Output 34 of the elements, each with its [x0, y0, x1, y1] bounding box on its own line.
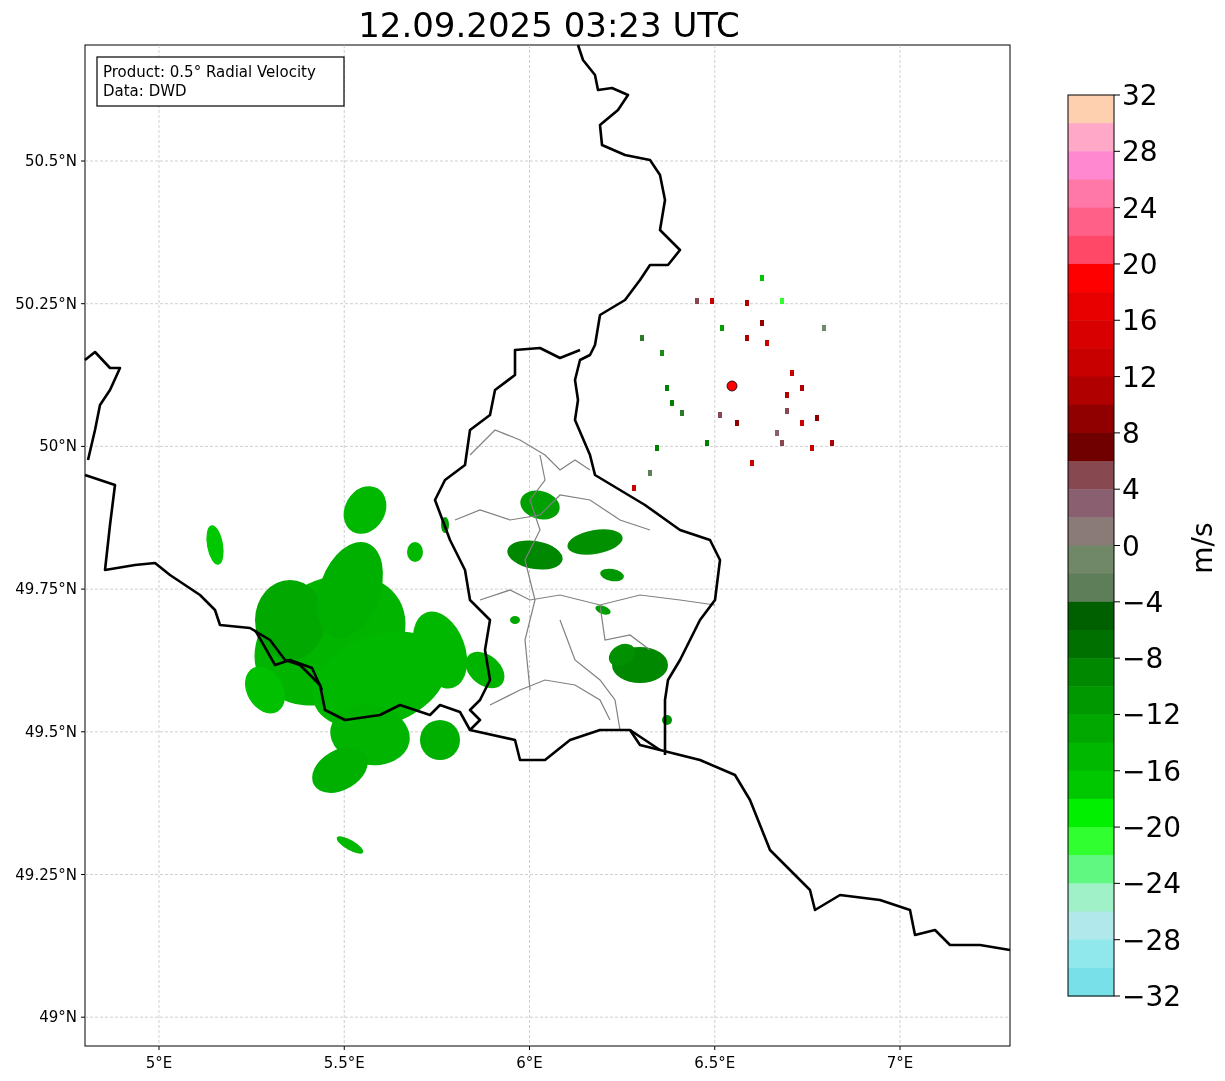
x-tick-label: 7°E [886, 1054, 914, 1072]
colorbar-tick-label: −8 [1122, 642, 1164, 676]
colorbar-tick-label: 16 [1122, 304, 1158, 338]
colorbar-tick-label: 4 [1122, 473, 1140, 507]
y-tick-label: 49.75°N [15, 580, 77, 599]
y-tick-label: 50°N [39, 437, 77, 456]
colorbar-tick-label: 28 [1122, 135, 1158, 169]
y-tick-label: 49.25°N [15, 865, 77, 884]
colorbar-tick-label: 0 [1122, 529, 1140, 563]
colorbar-tick-label: −24 [1122, 867, 1182, 901]
colorbar-tick-label: 8 [1122, 416, 1140, 450]
colorbar-tick-label: −4 [1122, 585, 1164, 619]
x-tick-label: 5°E [145, 1054, 173, 1072]
radar-site-marker [726, 380, 738, 392]
info-text: Product: 0.5° Radial Velocity [103, 63, 316, 81]
x-tick-label: 5.5°E [323, 1054, 365, 1072]
colorbar-tick-label: −16 [1122, 754, 1182, 788]
colorbar-tick-label: 12 [1122, 360, 1158, 394]
x-tick-label: 6°E [516, 1054, 543, 1072]
y-tick-label: 50.5°N [24, 152, 77, 170]
colorbar-tick-label: 20 [1122, 247, 1158, 281]
x-tick-label: 6.5°E [694, 1054, 736, 1072]
y-tick-label: 49°N [39, 1008, 77, 1027]
colorbar-tick-label: −32 [1122, 980, 1182, 1013]
colorbar-tick-label: −12 [1122, 698, 1182, 732]
colorbar-tick-label: −28 [1122, 923, 1182, 957]
y-tick-label: 49.5°N [24, 722, 77, 741]
colorbar-tick-label: 32 [1122, 79, 1158, 112]
y-tick-label: 50.25°N [15, 294, 77, 313]
colorbar-unit-label: m/s [1186, 522, 1219, 574]
colorbar-tick-label: −20 [1122, 811, 1182, 845]
info-text: Data: DWD [103, 82, 187, 100]
chart-title: 12.09.2025 03:23 UTC [358, 5, 740, 45]
colorbar-tick-label: 24 [1122, 191, 1158, 225]
